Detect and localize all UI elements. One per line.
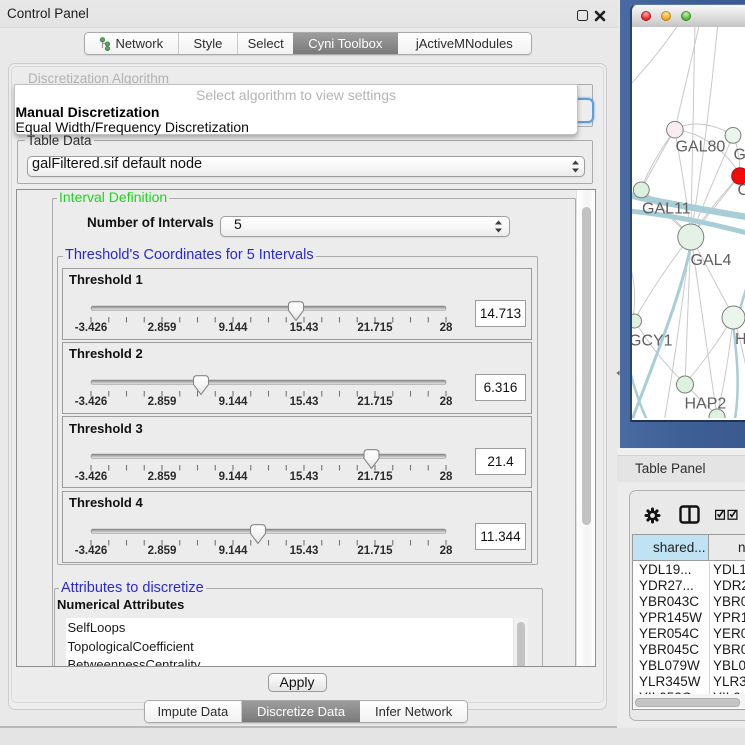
svg-text:GAL4: GAL4 xyxy=(691,252,732,269)
svg-text:GAL11: GAL11 xyxy=(642,201,691,218)
svg-text:HAP2: HAP2 xyxy=(685,396,727,413)
svg-text:C: C xyxy=(738,182,745,199)
svg-text:H: H xyxy=(735,331,745,348)
svg-text:G.: G. xyxy=(734,147,745,164)
svg-text:GCY1: GCY1 xyxy=(632,333,673,350)
svg-text:GAL80: GAL80 xyxy=(676,139,726,156)
